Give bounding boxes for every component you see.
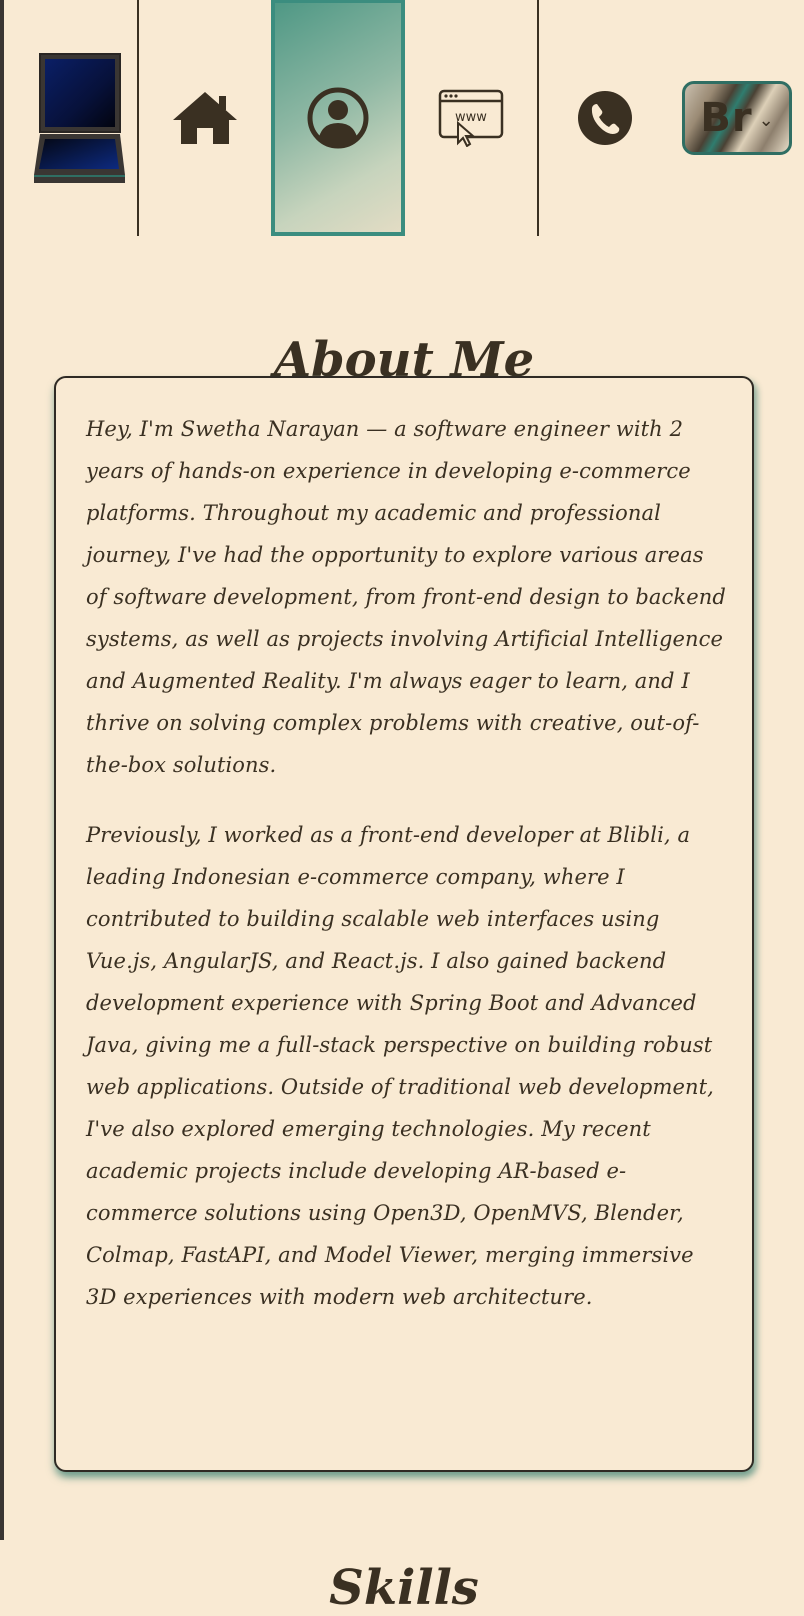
svg-text:www: www: [455, 110, 487, 125]
section-title-skills: Skills: [329, 1559, 479, 1616]
about-paragraph: Previously, I worked as a front-end deve…: [86, 823, 714, 1309]
top-navigation: www Br ⌄: [4, 0, 804, 236]
user-profile-icon: [307, 87, 369, 148]
chevron-down-icon: ⌄: [758, 109, 774, 131]
nav-item-projects[interactable]: www: [405, 0, 537, 236]
phone-icon: [578, 91, 632, 145]
language-label: Br: [700, 95, 753, 141]
home-icon: [173, 92, 237, 144]
about-paragraph: Hey, I'm Swetha Narayan — a software eng…: [86, 417, 726, 777]
language-selector[interactable]: Br ⌄: [682, 81, 792, 155]
nav-item-about[interactable]: [271, 0, 405, 236]
nav-item-home[interactable]: [139, 0, 271, 236]
website-www-icon: www: [438, 89, 504, 147]
nav-item-laptop[interactable]: [18, 0, 138, 236]
about-card: Hey, I'm Swetha Narayan — a software eng…: [54, 376, 754, 1472]
nav-item-contact[interactable]: [539, 0, 671, 236]
laptop-icon: [34, 53, 125, 183]
